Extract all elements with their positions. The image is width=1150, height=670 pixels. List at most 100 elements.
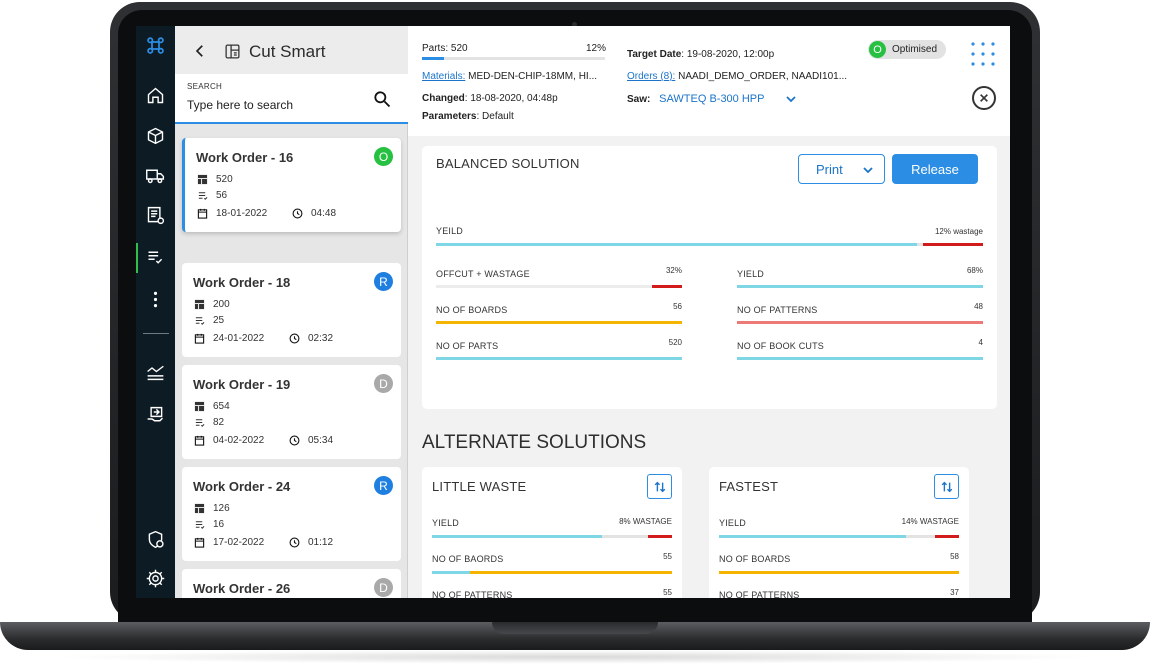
parts-icon <box>194 315 213 326</box>
metric-right-bar-fill <box>737 357 983 360</box>
boards-count: 654 <box>194 401 230 412</box>
alternate-title: FASTEST <box>719 479 779 494</box>
close-button[interactable] <box>972 86 996 110</box>
work-order-card[interactable]: Work Order - 19 D 654 82 04-02-2022 05:34 <box>182 365 401 459</box>
clock-icon <box>289 537 308 548</box>
alt-boards-bar-accent <box>470 571 672 574</box>
work-order-card[interactable]: Work Order - 24 R 126 16 17-02-2022 01:12 <box>182 467 401 561</box>
alt-patterns-value: 55 <box>663 588 672 597</box>
orders-link[interactable]: Orders (8): <box>627 71 675 82</box>
changed-row: Changed: 18-08-2020, 04:48p <box>422 93 558 104</box>
settings-icon[interactable] <box>143 566 168 591</box>
parts-count: 56 <box>197 190 227 201</box>
alt-patterns-value: 37 <box>950 588 959 597</box>
boards-value: 520 <box>216 174 233 185</box>
back-arrow-icon[interactable] <box>191 42 209 60</box>
alt-yield-bar <box>719 535 959 538</box>
metric-right-label: YIELD <box>737 269 765 279</box>
yield-wastage: 12% wastage <box>934 227 983 236</box>
sort-button[interactable] <box>647 474 672 499</box>
metric-right-value: 68% <box>966 266 983 275</box>
print-label: Print <box>816 162 843 177</box>
status-badge: O Optimised <box>868 40 946 59</box>
search-input[interactable] <box>187 95 367 115</box>
saw-label: Saw: <box>627 94 651 105</box>
calendar-icon <box>194 333 213 344</box>
orders-value: NAADI_DEMO_ORDER, NAADI101... <box>678 71 848 82</box>
metric-left-bar <box>436 357 682 360</box>
materials-link[interactable]: Materials: <box>422 71 465 82</box>
status-badge: D <box>374 578 393 597</box>
release-button[interactable]: Release <box>892 154 978 184</box>
calendar-icon <box>194 435 213 446</box>
alt-yield-label: YIELD <box>432 518 460 528</box>
materials-value: MED-DEN-CHIP-18MM, HI... <box>468 71 598 82</box>
rail-divider <box>143 333 169 334</box>
sort-icon <box>654 481 665 492</box>
analytics-icon[interactable] <box>143 359 168 384</box>
box-icon[interactable] <box>143 123 168 148</box>
calendar-icon <box>197 208 216 219</box>
alt-yield-bar-fill <box>719 535 907 538</box>
changed-value: : 18-08-2020, 04:48p <box>464 93 558 104</box>
work-order-card[interactable]: Work Order - 16 O 520 56 18-01-2022 04:48 <box>182 138 401 232</box>
saw-row: Saw: SAWTEQ B-300 HPP <box>627 93 764 105</box>
saw-select[interactable]: SAWTEQ B-300 HPP <box>659 93 764 105</box>
truck-icon[interactable] <box>143 163 168 188</box>
metric-left-bar <box>436 285 682 288</box>
search-icon[interactable] <box>372 89 392 109</box>
cut-smart-logo-icon <box>225 44 240 59</box>
parameters-label: Parameters <box>422 111 477 122</box>
boards-count: 200 <box>194 299 230 310</box>
alt-yield-bar-fill <box>432 535 603 538</box>
metric-right-value: 4 <box>978 338 983 347</box>
parts-value: 25 <box>213 315 225 326</box>
sort-button[interactable] <box>934 474 959 499</box>
parameters-row: Parameters: Default <box>422 111 514 122</box>
metric-right-bar-fill <box>737 285 983 288</box>
app-screen: Cut Smart SEARCH Work Order - 16 O 520 56 18… <box>136 26 1010 598</box>
target-date-label: Target Date <box>627 49 682 60</box>
alt-wastage-bar-fill <box>935 535 959 538</box>
status-badge: D <box>374 374 393 393</box>
work-order-card[interactable]: Work Order - 18 R 200 25 24-01-2022 02:32 <box>182 263 401 357</box>
work-order-title: Work Order - 16 <box>196 150 294 165</box>
home-icon[interactable] <box>143 83 168 108</box>
shield-icon[interactable] <box>143 527 168 552</box>
more-icon[interactable] <box>143 287 168 312</box>
apps-grid-icon[interactable] <box>968 40 998 68</box>
app-logo-icon[interactable] <box>143 33 168 58</box>
work-order-card[interactable]: Work Order - 26 D <box>182 569 401 598</box>
balanced-title: BALANCED SOLUTION <box>436 156 580 171</box>
parts-count: 16 <box>194 519 224 530</box>
chevron-down-icon[interactable] <box>785 94 797 104</box>
status-badge: R <box>374 476 393 495</box>
boards-icon <box>194 299 213 310</box>
alt-patterns-label: NO OF PATTERNS <box>719 590 800 598</box>
handover-icon[interactable] <box>143 403 168 428</box>
parameters-value: : Default <box>476 111 514 122</box>
boards-count: 126 <box>194 503 230 514</box>
alt-boards-bar-fill <box>719 571 959 574</box>
nav-rail <box>136 26 175 598</box>
print-button[interactable]: Print <box>798 154 885 184</box>
parts-percent: 12% <box>586 43 607 54</box>
report-icon[interactable] <box>143 203 168 228</box>
boards-icon <box>197 174 216 185</box>
time-value: 04:48 <box>311 208 337 219</box>
parts-value: 82 <box>213 417 225 428</box>
time-value: 05:34 <box>308 435 334 446</box>
metric-left-label: NO OF BOARDS <box>436 305 508 315</box>
alternate-title: LITTLE WASTE <box>432 479 527 494</box>
status-badge: R <box>374 272 393 291</box>
calendar-icon <box>194 537 213 548</box>
balanced-solution-card: BALANCED SOLUTION Print Release YEILD 12… <box>422 146 997 409</box>
checklist-icon[interactable] <box>143 245 168 270</box>
alt-boards-label: NO OF BOARDS <box>719 554 791 564</box>
work-order-title: Work Order - 18 <box>193 275 291 290</box>
app-title: Cut Smart <box>249 42 326 61</box>
sort-icon <box>941 481 952 492</box>
boards-icon <box>194 503 213 514</box>
date-value: 17-02-2022 <box>213 537 265 548</box>
alt-wastage-bar-fill <box>648 535 672 538</box>
